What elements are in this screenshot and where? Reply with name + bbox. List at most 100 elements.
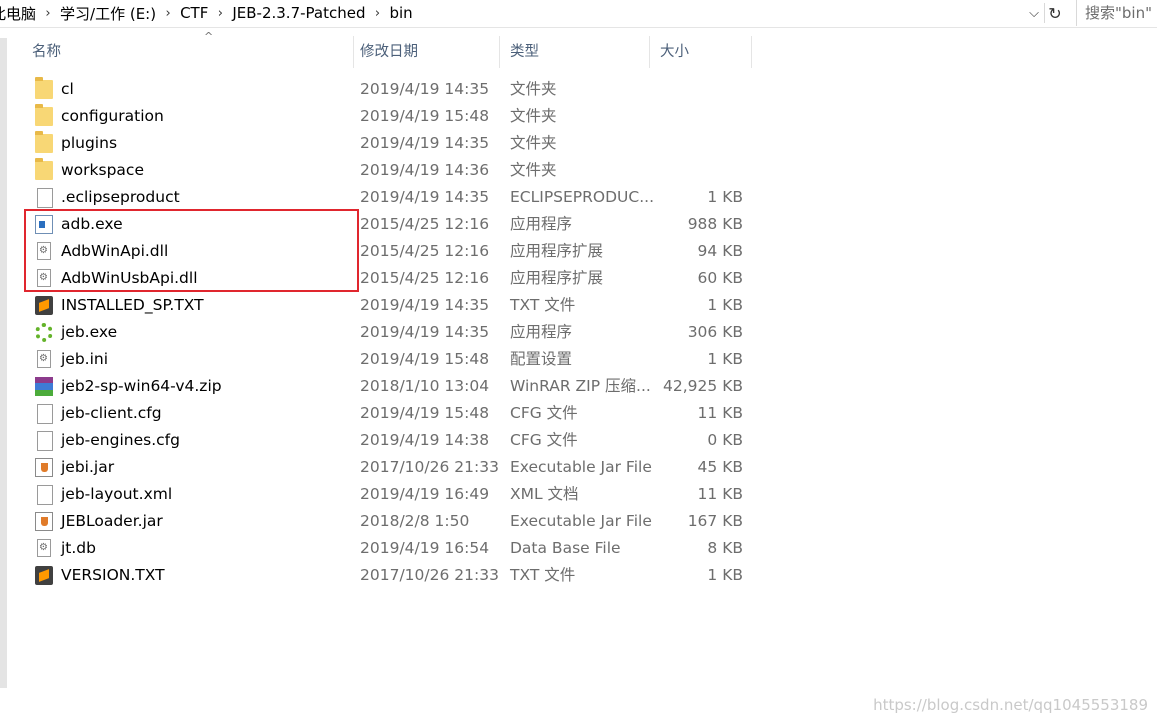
- column-header-name[interactable]: 名称: [22, 36, 354, 68]
- file-size: 1 KB: [707, 296, 743, 314]
- file-name: configuration: [61, 107, 164, 125]
- file-modified: 2018/2/8 1:50: [360, 512, 470, 530]
- file-type: Data Base File: [510, 539, 621, 557]
- file-name: jeb-layout.xml: [61, 485, 173, 503]
- file-name: AdbWinApi.dll: [61, 242, 169, 260]
- file-name: jeb-engines.cfg: [61, 431, 180, 449]
- file-modified: 2019/4/19 16:49: [360, 485, 490, 503]
- file-row[interactable]: jt.db 2019/4/19 16:54 Data Base File 8 KB: [22, 535, 762, 562]
- folder-icon: [35, 104, 53, 126]
- file-name: workspace: [61, 161, 144, 179]
- dll-icon: [37, 269, 51, 287]
- folder-icon: [35, 131, 53, 153]
- file-size: 1 KB: [707, 566, 743, 584]
- breadcrumb-jeb[interactable]: JEB-2.3.7-Patched: [228, 4, 369, 22]
- file-modified: 2019/4/19 14:35: [360, 80, 490, 98]
- file-name: jeb-client.cfg: [61, 404, 162, 422]
- watermark: https://blog.csdn.net/qq1045553189: [873, 696, 1148, 714]
- column-header-modified[interactable]: 修改日期: [350, 36, 500, 68]
- file-name: VERSION.TXT: [61, 566, 165, 584]
- file-size: 306 KB: [687, 323, 743, 341]
- file-type: TXT 文件: [510, 296, 576, 314]
- file-name: .eclipseproduct: [61, 188, 180, 206]
- history-dropdown-icon[interactable]: ⌵: [1025, 3, 1043, 23]
- file-row[interactable]: jeb.exe 2019/4/19 14:35 应用程序 306 KB: [22, 319, 762, 346]
- breadcrumb-drive-e[interactable]: 学习/工作 (E:): [56, 3, 160, 24]
- file-row[interactable]: .eclipseproduct 2019/4/19 14:35 ECLIPSEPRO…: [22, 184, 762, 211]
- column-modified-label: 修改日期: [360, 44, 418, 60]
- refresh-icon[interactable]: ↻: [1044, 3, 1065, 23]
- file-size: 45 KB: [697, 458, 743, 476]
- breadcrumb: 此电脑 › 学习/工作 (E:) › CTF › JEB-2.3.7-Patch…: [0, 0, 1040, 26]
- file-type: Executable Jar File: [510, 458, 652, 476]
- file-modified: 2019/4/19 14:35: [360, 323, 490, 341]
- column-name-label: 名称: [32, 44, 61, 60]
- file-row[interactable]: configuration 2019/4/19 15:48 文件夹: [22, 103, 762, 130]
- file-modified: 2017/10/26 21:33: [360, 566, 499, 584]
- file-type: 文件夹: [510, 134, 557, 152]
- file-row[interactable]: jebi.jar 2017/10/26 21:33 Executable Jar F…: [22, 454, 762, 481]
- file-type: 文件夹: [510, 107, 557, 125]
- file-row[interactable]: INSTALLED_SP.TXT 2019/4/19 14:35 TXT 文件 1 K…: [22, 292, 762, 319]
- file-row[interactable]: AdbWinApi.dll 2015/4/25 12:16 应用程序扩展 94 KB: [22, 238, 762, 265]
- file-modified: 2019/4/19 14:35: [360, 134, 490, 152]
- file-row[interactable]: JEBLoader.jar 2018/2/8 1:50 Executable Jar…: [22, 508, 762, 535]
- file-type: XML 文档: [510, 485, 579, 503]
- file-type: CFG 文件: [510, 431, 578, 449]
- chevron-right-icon[interactable]: ›: [40, 6, 56, 21]
- column-header-size[interactable]: 大小: [650, 36, 752, 68]
- file-type: 配置设置: [510, 350, 573, 368]
- file-size: 60 KB: [697, 269, 743, 287]
- blank-file-icon: [37, 431, 53, 451]
- file-modified: 2015/4/25 12:16: [360, 242, 490, 260]
- file-name: AdbWinUsbApi.dll: [61, 269, 198, 287]
- file-name: cl: [61, 80, 74, 98]
- file-type: TXT 文件: [510, 566, 576, 584]
- file-name: INSTALLED_SP.TXT: [61, 296, 204, 314]
- file-name: jeb.ini: [61, 350, 109, 368]
- dll-icon: [37, 539, 51, 557]
- blank-file-icon: [37, 485, 53, 505]
- file-row[interactable]: jeb-engines.cfg 2019/4/19 14:38 CFG 文件 0 KB: [22, 427, 762, 454]
- file-size: 1 KB: [707, 188, 743, 206]
- file-modified: 2019/4/19 14:36: [360, 161, 490, 179]
- file-row[interactable]: jeb-layout.xml 2019/4/19 16:49 XML 文档 11 KB: [22, 481, 762, 508]
- chevron-right-icon[interactable]: ›: [369, 6, 385, 21]
- file-modified: 2018/1/10 13:04: [360, 377, 490, 395]
- file-row[interactable]: jeb2-sp-win64-v4.zip 2018/1/10 13:04 WinRA…: [22, 373, 762, 400]
- column-header-type[interactable]: 类型: [500, 36, 650, 68]
- file-modified: 2019/4/19 14:38: [360, 431, 490, 449]
- file-modified: 2019/4/19 15:48: [360, 404, 490, 422]
- breadcrumb-ctf[interactable]: CTF: [176, 4, 212, 22]
- file-row[interactable]: plugins 2019/4/19 14:35 文件夹: [22, 130, 762, 157]
- file-type: 应用程序扩展: [510, 269, 604, 287]
- folder-icon: [35, 158, 53, 180]
- file-row[interactable]: AdbWinUsbApi.dll 2015/4/25 12:16 应用程序扩展 60 …: [22, 265, 762, 292]
- file-name: adb.exe: [61, 215, 123, 233]
- file-row[interactable]: VERSION.TXT 2017/10/26 21:33 TXT 文件 1 KB: [22, 562, 762, 589]
- file-type: 应用程序扩展: [510, 242, 604, 260]
- file-size: 8 KB: [707, 539, 743, 557]
- exe-icon: [35, 215, 53, 234]
- file-type: Executable Jar File: [510, 512, 652, 530]
- breadcrumb-this-pc[interactable]: 此电脑: [0, 3, 40, 24]
- file-type: 文件夹: [510, 80, 557, 98]
- file-row[interactable]: cl 2019/4/19 14:35 文件夹: [22, 76, 762, 103]
- navigation-pane-edge: [0, 38, 7, 688]
- file-size: 1 KB: [707, 350, 743, 368]
- chevron-right-icon[interactable]: ›: [160, 6, 176, 21]
- file-row[interactable]: adb.exe 2015/4/25 12:16 应用程序 988 KB: [22, 211, 762, 238]
- file-type: CFG 文件: [510, 404, 578, 422]
- blank-file-icon: [37, 404, 53, 424]
- sort-ascending-icon: ^: [204, 30, 214, 43]
- file-modified: 2019/4/19 14:35: [360, 188, 490, 206]
- java-jar-icon: [35, 512, 53, 531]
- file-row[interactable]: workspace 2019/4/19 14:36 文件夹: [22, 157, 762, 184]
- file-row[interactable]: jeb-client.cfg 2019/4/19 15:48 CFG 文件 11 KB: [22, 400, 762, 427]
- file-size: 0 KB: [707, 431, 743, 449]
- search-input[interactable]: 搜索"bin": [1076, 0, 1157, 26]
- file-row[interactable]: jeb.ini 2019/4/19 15:48 配置设置 1 KB: [22, 346, 762, 373]
- chevron-right-icon[interactable]: ›: [212, 6, 228, 21]
- breadcrumb-bin[interactable]: bin: [385, 4, 416, 22]
- file-type: WinRAR ZIP 压缩...: [510, 377, 651, 395]
